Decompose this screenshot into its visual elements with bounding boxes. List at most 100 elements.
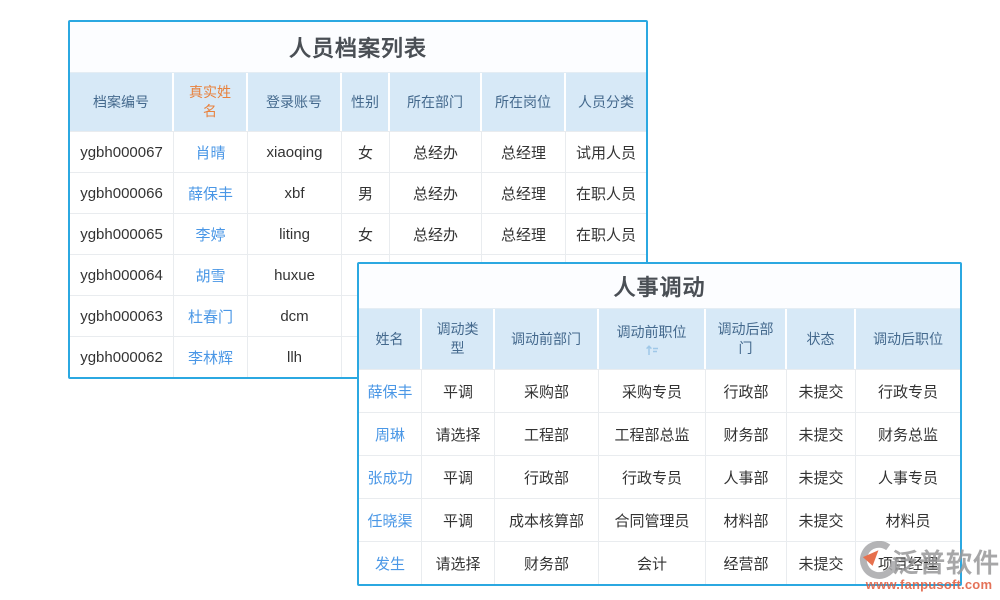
table-cell: ygbh000065 xyxy=(70,214,174,254)
table-cell: 财务部 xyxy=(706,413,787,455)
personnel-transfer-table: 人事调动 姓名调动类型调动前部门调动前职位调动后部门状态调动后职位 薛保丰平调采… xyxy=(357,262,962,586)
table-cell: 平调 xyxy=(422,456,495,498)
table-cell: 工程部总监 xyxy=(599,413,706,455)
table-row: ygbh000065李婷liting女总经办总经理在职人员 xyxy=(70,214,646,255)
table-row: 周琳请选择工程部工程部总监财务部未提交财务总监 xyxy=(359,413,960,456)
person-name-link[interactable]: 发生 xyxy=(359,542,422,584)
column-header-label: 所在岗位 xyxy=(495,93,551,112)
column-header: 姓名 xyxy=(359,309,422,369)
table-cell: ygbh000062 xyxy=(70,337,174,377)
personnel-archive-header-row: 档案编号 真实姓名 登录账号 性别 所在部门 所在岗位 人员分类 xyxy=(70,73,646,132)
table-cell: huxue xyxy=(248,255,342,295)
column-header: 档案编号 xyxy=(70,73,174,131)
column-header-label: 档案编号 xyxy=(93,93,149,112)
table-cell: 工程部 xyxy=(495,413,599,455)
column-header-label: 状态 xyxy=(807,330,835,349)
watermark-url-text: www.fanpusoft.com xyxy=(858,577,1000,592)
table-cell: ygbh000067 xyxy=(70,132,174,172)
table-cell: 总经理 xyxy=(482,173,566,213)
table-cell: llh xyxy=(248,337,342,377)
table-cell: 材料部 xyxy=(706,499,787,541)
column-header-label: 性别 xyxy=(351,93,379,112)
sort-icon[interactable] xyxy=(645,344,659,356)
table-cell: dcm xyxy=(248,296,342,336)
column-header-label: 所在部门 xyxy=(407,93,463,112)
column-header: 状态 xyxy=(787,309,856,369)
personnel-transfer-header-row: 姓名 调动类型调动前部门调动前职位 调动后部门 状态 调动后职位 xyxy=(359,309,960,370)
person-name-link[interactable]: 薛保丰 xyxy=(359,370,422,412)
person-name-link[interactable]: 李婷 xyxy=(174,214,248,254)
table-cell: 财务部 xyxy=(495,542,599,584)
table-cell: 采购部 xyxy=(495,370,599,412)
column-header: 所在部门 xyxy=(390,73,482,131)
table-cell: 成本核算部 xyxy=(495,499,599,541)
column-header-label: 人员分类 xyxy=(578,93,634,112)
column-header-label: 姓名 xyxy=(376,330,404,349)
table-cell: 合同管理员 xyxy=(599,499,706,541)
table-cell: 在职人员 xyxy=(566,214,646,254)
table-cell: ygbh000063 xyxy=(70,296,174,336)
table-row: 任晓渠平调成本核算部合同管理员材料部未提交材料员 xyxy=(359,499,960,542)
column-header-label: 调动前职位 xyxy=(617,323,687,342)
table-row: 薛保丰平调采购部采购专员行政部未提交行政专员 xyxy=(359,370,960,413)
table-row: 张成功平调行政部行政专员人事部未提交人事专员 xyxy=(359,456,960,499)
watermark-brand-text: 泛普软件 xyxy=(892,543,1000,580)
person-name-link[interactable]: 薛保丰 xyxy=(174,173,248,213)
table-cell: 未提交 xyxy=(787,456,856,498)
table-cell: 女 xyxy=(342,214,390,254)
person-name-link[interactable]: 张成功 xyxy=(359,456,422,498)
table-cell: 女 xyxy=(342,132,390,172)
page: 人员档案列表 档案编号 真实姓名 登录账号 性别 所在部门 所在岗位 人员分类 ygbh00… xyxy=(0,0,1000,600)
table-cell: 采购专员 xyxy=(599,370,706,412)
column-header: 所在岗位 xyxy=(482,73,566,131)
column-header-label: 调动类型 xyxy=(435,320,481,358)
person-name-link[interactable]: 李林辉 xyxy=(174,337,248,377)
table-cell: 请选择 xyxy=(422,542,495,584)
table-row: ygbh000066薛保丰xbf男总经办总经理在职人员 xyxy=(70,173,646,214)
column-header-label: 真实姓名 xyxy=(187,83,233,121)
table-cell: 未提交 xyxy=(787,542,856,584)
table-cell: 行政部 xyxy=(706,370,787,412)
column-header: 人员分类 xyxy=(566,73,646,131)
person-name-link[interactable]: 胡雪 xyxy=(174,255,248,295)
table-cell: ygbh000064 xyxy=(70,255,174,295)
table-cell: 总经办 xyxy=(390,214,482,254)
table-cell: 行政部 xyxy=(495,456,599,498)
person-name-link[interactable]: 任晓渠 xyxy=(359,499,422,541)
table-cell: 经营部 xyxy=(706,542,787,584)
table-cell: 材料员 xyxy=(856,499,960,541)
table-cell: 人事专员 xyxy=(856,456,960,498)
table-cell: 平调 xyxy=(422,499,495,541)
column-header: 调动类型 xyxy=(422,309,495,369)
watermark-brand-row: 泛普软件 xyxy=(858,541,1000,581)
table-cell: 平调 xyxy=(422,370,495,412)
column-header: 调动前部门 xyxy=(495,309,599,369)
column-header-label: 调动后部门 xyxy=(716,320,776,358)
person-name-link[interactable]: 杜春门 xyxy=(174,296,248,336)
table-cell: 总经理 xyxy=(482,214,566,254)
table-cell: 未提交 xyxy=(787,499,856,541)
table-cell: xbf xyxy=(248,173,342,213)
table-cell: 会计 xyxy=(599,542,706,584)
person-name-link[interactable]: 肖晴 xyxy=(174,132,248,172)
table-cell: 在职人员 xyxy=(566,173,646,213)
column-header[interactable]: 调动前职位 xyxy=(599,309,706,369)
column-header-label: 登录账号 xyxy=(266,93,322,112)
column-header: 真实姓名 xyxy=(174,73,248,131)
column-header: 调动后部门 xyxy=(706,309,787,369)
table-cell: 未提交 xyxy=(787,370,856,412)
table-cell: 行政专员 xyxy=(599,456,706,498)
person-name-link[interactable]: 周琳 xyxy=(359,413,422,455)
personnel-transfer-title: 人事调动 xyxy=(359,264,960,309)
table-cell: 人事部 xyxy=(706,456,787,498)
table-cell: 行政专员 xyxy=(856,370,960,412)
table-cell: 男 xyxy=(342,173,390,213)
watermark: 泛普软件 www.fanpusoft.com xyxy=(858,541,1000,592)
personnel-archive-title: 人员档案列表 xyxy=(70,22,646,73)
column-header: 调动后职位 xyxy=(856,309,960,369)
table-cell: xiaoqing xyxy=(248,132,342,172)
column-header: 登录账号 xyxy=(248,73,342,131)
table-cell: 总经办 xyxy=(390,132,482,172)
table-cell: 总经理 xyxy=(482,132,566,172)
column-header: 性别 xyxy=(342,73,390,131)
